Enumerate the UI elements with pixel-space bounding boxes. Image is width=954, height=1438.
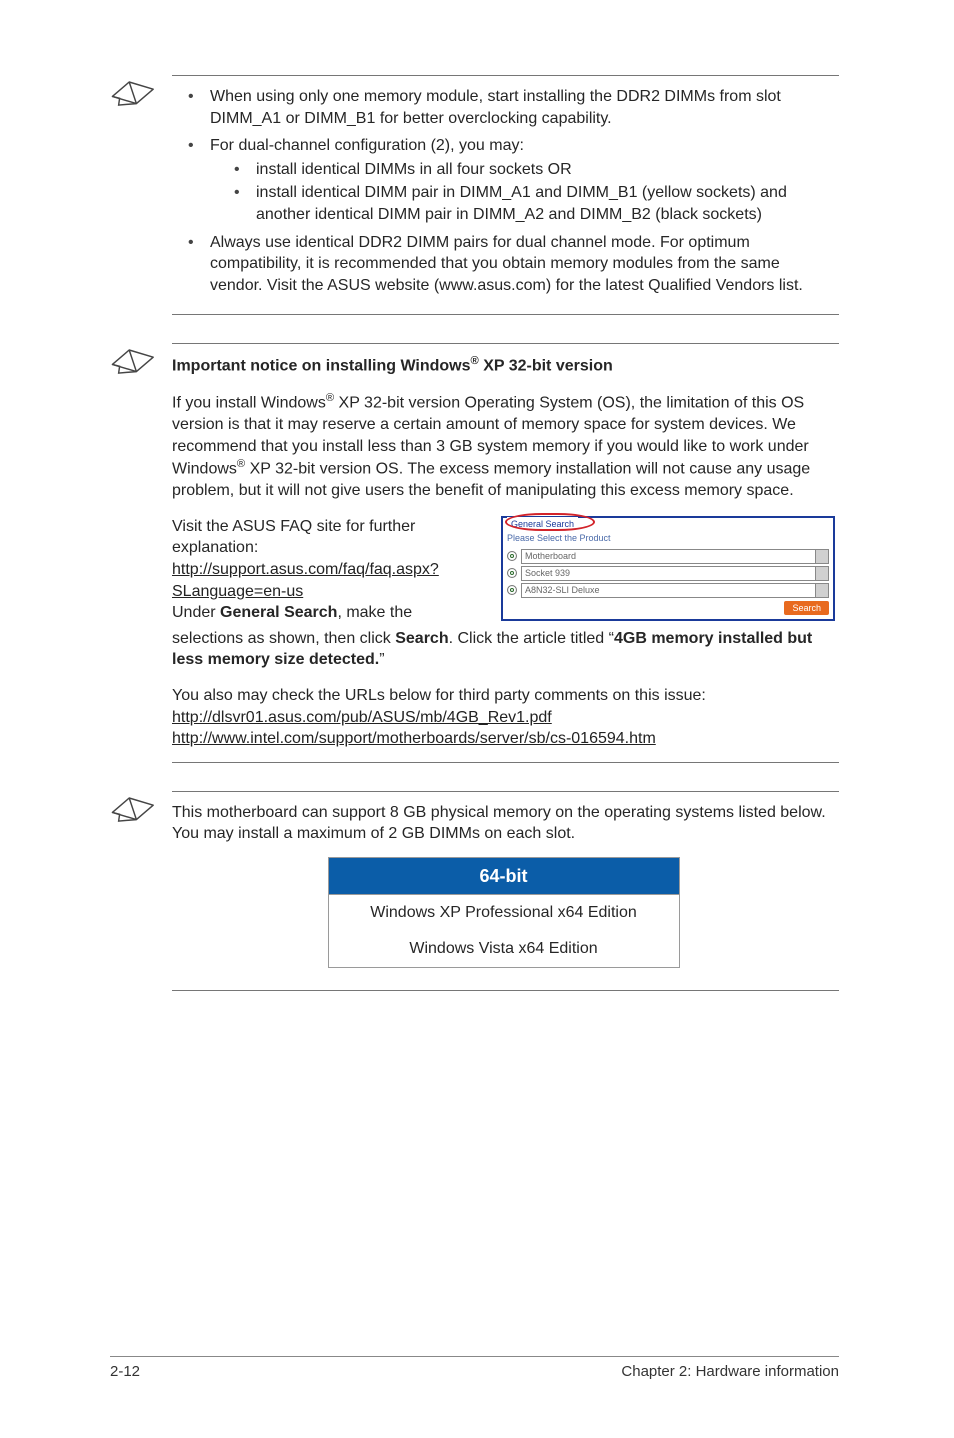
dropdown[interactable]: A8N32-SLI Deluxe (521, 583, 829, 598)
radio-icon (507, 568, 517, 578)
radio-icon (507, 585, 517, 595)
bullet: Always use identical DDR2 DIMM pairs for… (188, 232, 835, 297)
dd-row: A8N32-SLI Deluxe (503, 582, 833, 599)
paragraph-text: XP 32-bit version OS. The excess memory … (172, 461, 810, 500)
page-footer: 2-12 Chapter 2: Hardware information (110, 1356, 839, 1380)
note-icon (110, 75, 172, 116)
chapter-label: Chapter 2: Hardware information (621, 1363, 839, 1380)
radio-icon (507, 551, 517, 561)
under-text: Under (172, 604, 220, 621)
heading-text: XP 32-bit version (479, 358, 613, 375)
note-body-2: Important notice on installing Windows® … (172, 343, 839, 762)
note-block-1: When using only one memory module, start… (110, 75, 839, 315)
paragraph-text: If you install Windows (172, 395, 326, 412)
heading-text: Important notice on installing Windows (172, 358, 471, 375)
page-number: 2-12 (110, 1363, 140, 1380)
dd-row: Socket 939 (503, 565, 833, 582)
note-icon (110, 791, 172, 832)
under-bold: General Search (220, 604, 337, 621)
bullet: When using only one memory module, start… (188, 86, 835, 129)
faq-intro: Visit the ASUS FAQ site for further expl… (172, 518, 415, 557)
sel-text: . Click the article titled “ (449, 630, 614, 647)
bullet-text: For dual-channel configuration (2), you … (210, 137, 524, 154)
third-party-url-1[interactable]: http://dlsvr01.asus.com/pub/ASUS/mb/4GB_… (172, 709, 552, 726)
bullet: For dual-channel configuration (2), you … (188, 135, 835, 225)
faq-row: Visit the ASUS FAQ site for further expl… (172, 516, 835, 624)
third-party-intro: You also may check the URLs below for th… (172, 687, 706, 704)
reg-mark: ® (237, 458, 245, 470)
sel-bold: Search (395, 630, 448, 647)
faq-tab: General Search (507, 517, 578, 532)
reg-mark: ® (471, 355, 479, 367)
sel-text: ” (379, 651, 384, 668)
note-block-2: Important notice on installing Windows® … (110, 343, 839, 762)
faq-text: Visit the ASUS FAQ site for further expl… (172, 516, 485, 624)
os-64bit-table: 64-bit Windows XP Professional x64 Editi… (328, 857, 680, 967)
dropdown[interactable]: Socket 939 (521, 566, 829, 581)
sel-text: selections as shown, then click (172, 630, 395, 647)
dropdown[interactable]: Motherboard (521, 549, 829, 564)
note-body-3: This motherboard can support 8 GB physic… (172, 791, 839, 991)
note-icon (110, 343, 172, 384)
reg-mark: ® (326, 392, 334, 404)
table-header: 64-bit (329, 858, 679, 895)
under-text: , make the (337, 604, 412, 621)
search-button[interactable]: Search (784, 601, 829, 615)
faq-link[interactable]: http://support.asus.com/faq/faq.aspx?SLa… (172, 561, 439, 600)
third-party-links: You also may check the URLs below for th… (172, 685, 835, 750)
please-select-label: Please Select the Product (503, 531, 833, 547)
faq-screenshot: General Search Please Select the Product… (501, 516, 835, 621)
selections-line: selections as shown, then click Search. … (172, 628, 835, 671)
table-row: Windows XP Professional x64 Edition (329, 895, 679, 931)
faq-tab-label: General Search (507, 517, 578, 531)
important-notice-heading: Important notice on installing Windows® … (172, 354, 835, 377)
note-body-1: When using only one memory module, start… (172, 75, 839, 315)
dd-row: Motherboard (503, 548, 833, 565)
third-party-url-2[interactable]: http://www.intel.com/support/motherboard… (172, 730, 656, 747)
sub-bullet: install identical DIMMs in all four sock… (234, 159, 835, 181)
paragraph: This motherboard can support 8 GB physic… (172, 802, 835, 845)
sub-bullet: install identical DIMM pair in DIMM_A1 a… (234, 182, 835, 225)
note-block-3: This motherboard can support 8 GB physic… (110, 791, 839, 991)
paragraph: If you install Windows® XP 32-bit versio… (172, 391, 835, 502)
table-row: Windows Vista x64 Edition (329, 931, 679, 967)
